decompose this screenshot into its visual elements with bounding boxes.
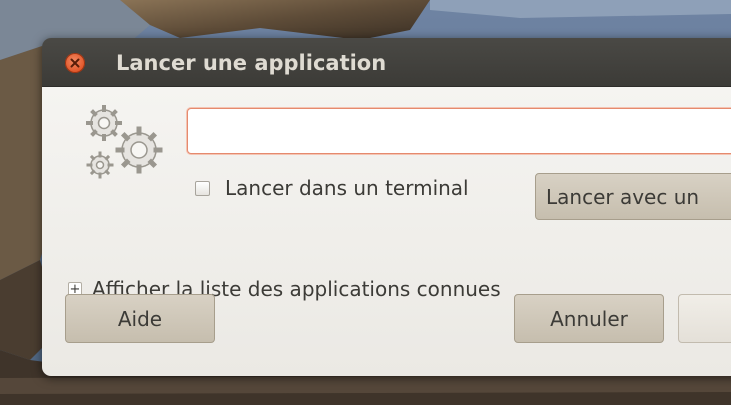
- cancel-button[interactable]: Annuler: [514, 294, 664, 343]
- help-button[interactable]: Aide: [65, 294, 215, 343]
- dialog-content: Lancer dans un terminal Lancer avec un +…: [42, 87, 731, 376]
- gears-icon: [86, 105, 163, 179]
- run-application-dialog: Lancer une application Lancer dans un te…: [42, 38, 731, 376]
- dialog-title: Lancer une application: [116, 51, 387, 75]
- dialog-titlebar[interactable]: Lancer une application: [42, 38, 731, 87]
- run-in-terminal-label: Lancer dans un terminal: [225, 176, 469, 200]
- run-in-terminal-option[interactable]: Lancer dans un terminal: [195, 176, 469, 200]
- command-input[interactable]: [187, 108, 731, 154]
- run-with-file-button[interactable]: Lancer avec un: [535, 173, 731, 220]
- run-button[interactable]: [678, 294, 731, 343]
- run-in-terminal-checkbox[interactable]: [195, 180, 210, 196]
- close-icon: [70, 58, 80, 68]
- close-button[interactable]: [65, 53, 85, 73]
